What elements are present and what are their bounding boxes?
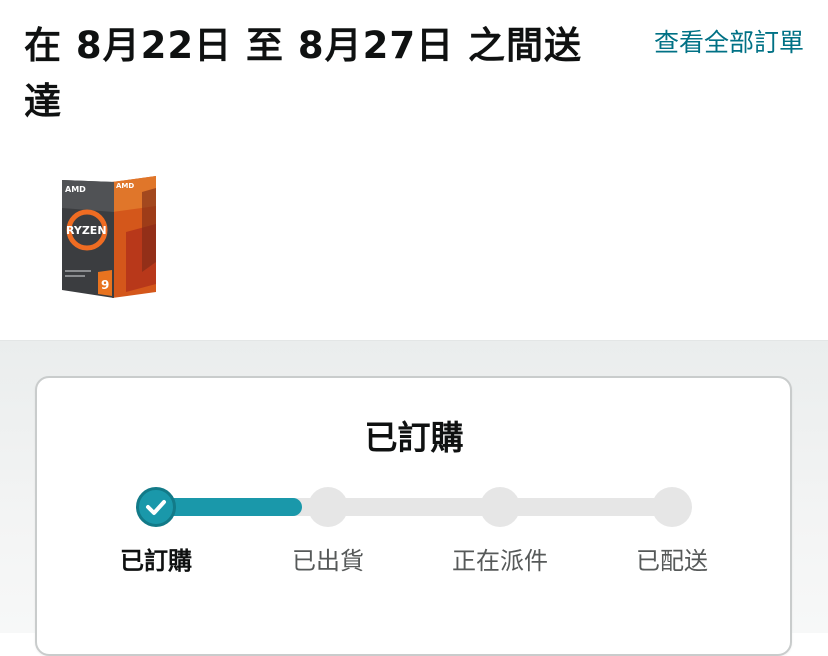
step-label-ordered: 已訂購 (120, 547, 192, 575)
svg-text:RYZEN: RYZEN (66, 224, 107, 237)
checkmark-icon (146, 500, 166, 515)
order-header-section: 在 8月22日 至 8月27日 之間送達 查看全部訂單 AMD AMD RYZE… (0, 0, 828, 341)
step-dot-delivered (652, 487, 692, 527)
step-label-shipped: 已出貨 (292, 547, 364, 575)
view-all-orders-link[interactable]: 查看全部訂單 (654, 26, 804, 60)
step-label-delivered: 已配送 (636, 547, 708, 575)
svg-text:AMD: AMD (65, 185, 86, 194)
svg-text:9: 9 (101, 278, 109, 292)
tracking-status-title: 已訂購 (364, 418, 464, 457)
delivery-estimate-title: 在 8月22日 至 8月27日 之間送達 (24, 24, 582, 123)
step-dot-out-for-delivery (480, 487, 520, 527)
svg-text:AMD: AMD (116, 182, 134, 190)
step-dot-shipped (308, 487, 348, 527)
product-image[interactable]: AMD AMD RYZEN 9 (56, 172, 160, 300)
step-dot-ordered (136, 487, 176, 527)
step-label-out-for-delivery: 正在派件 (452, 547, 548, 575)
progress-fill (156, 498, 302, 516)
ryzen-box-icon: AMD AMD RYZEN 9 (62, 176, 156, 298)
